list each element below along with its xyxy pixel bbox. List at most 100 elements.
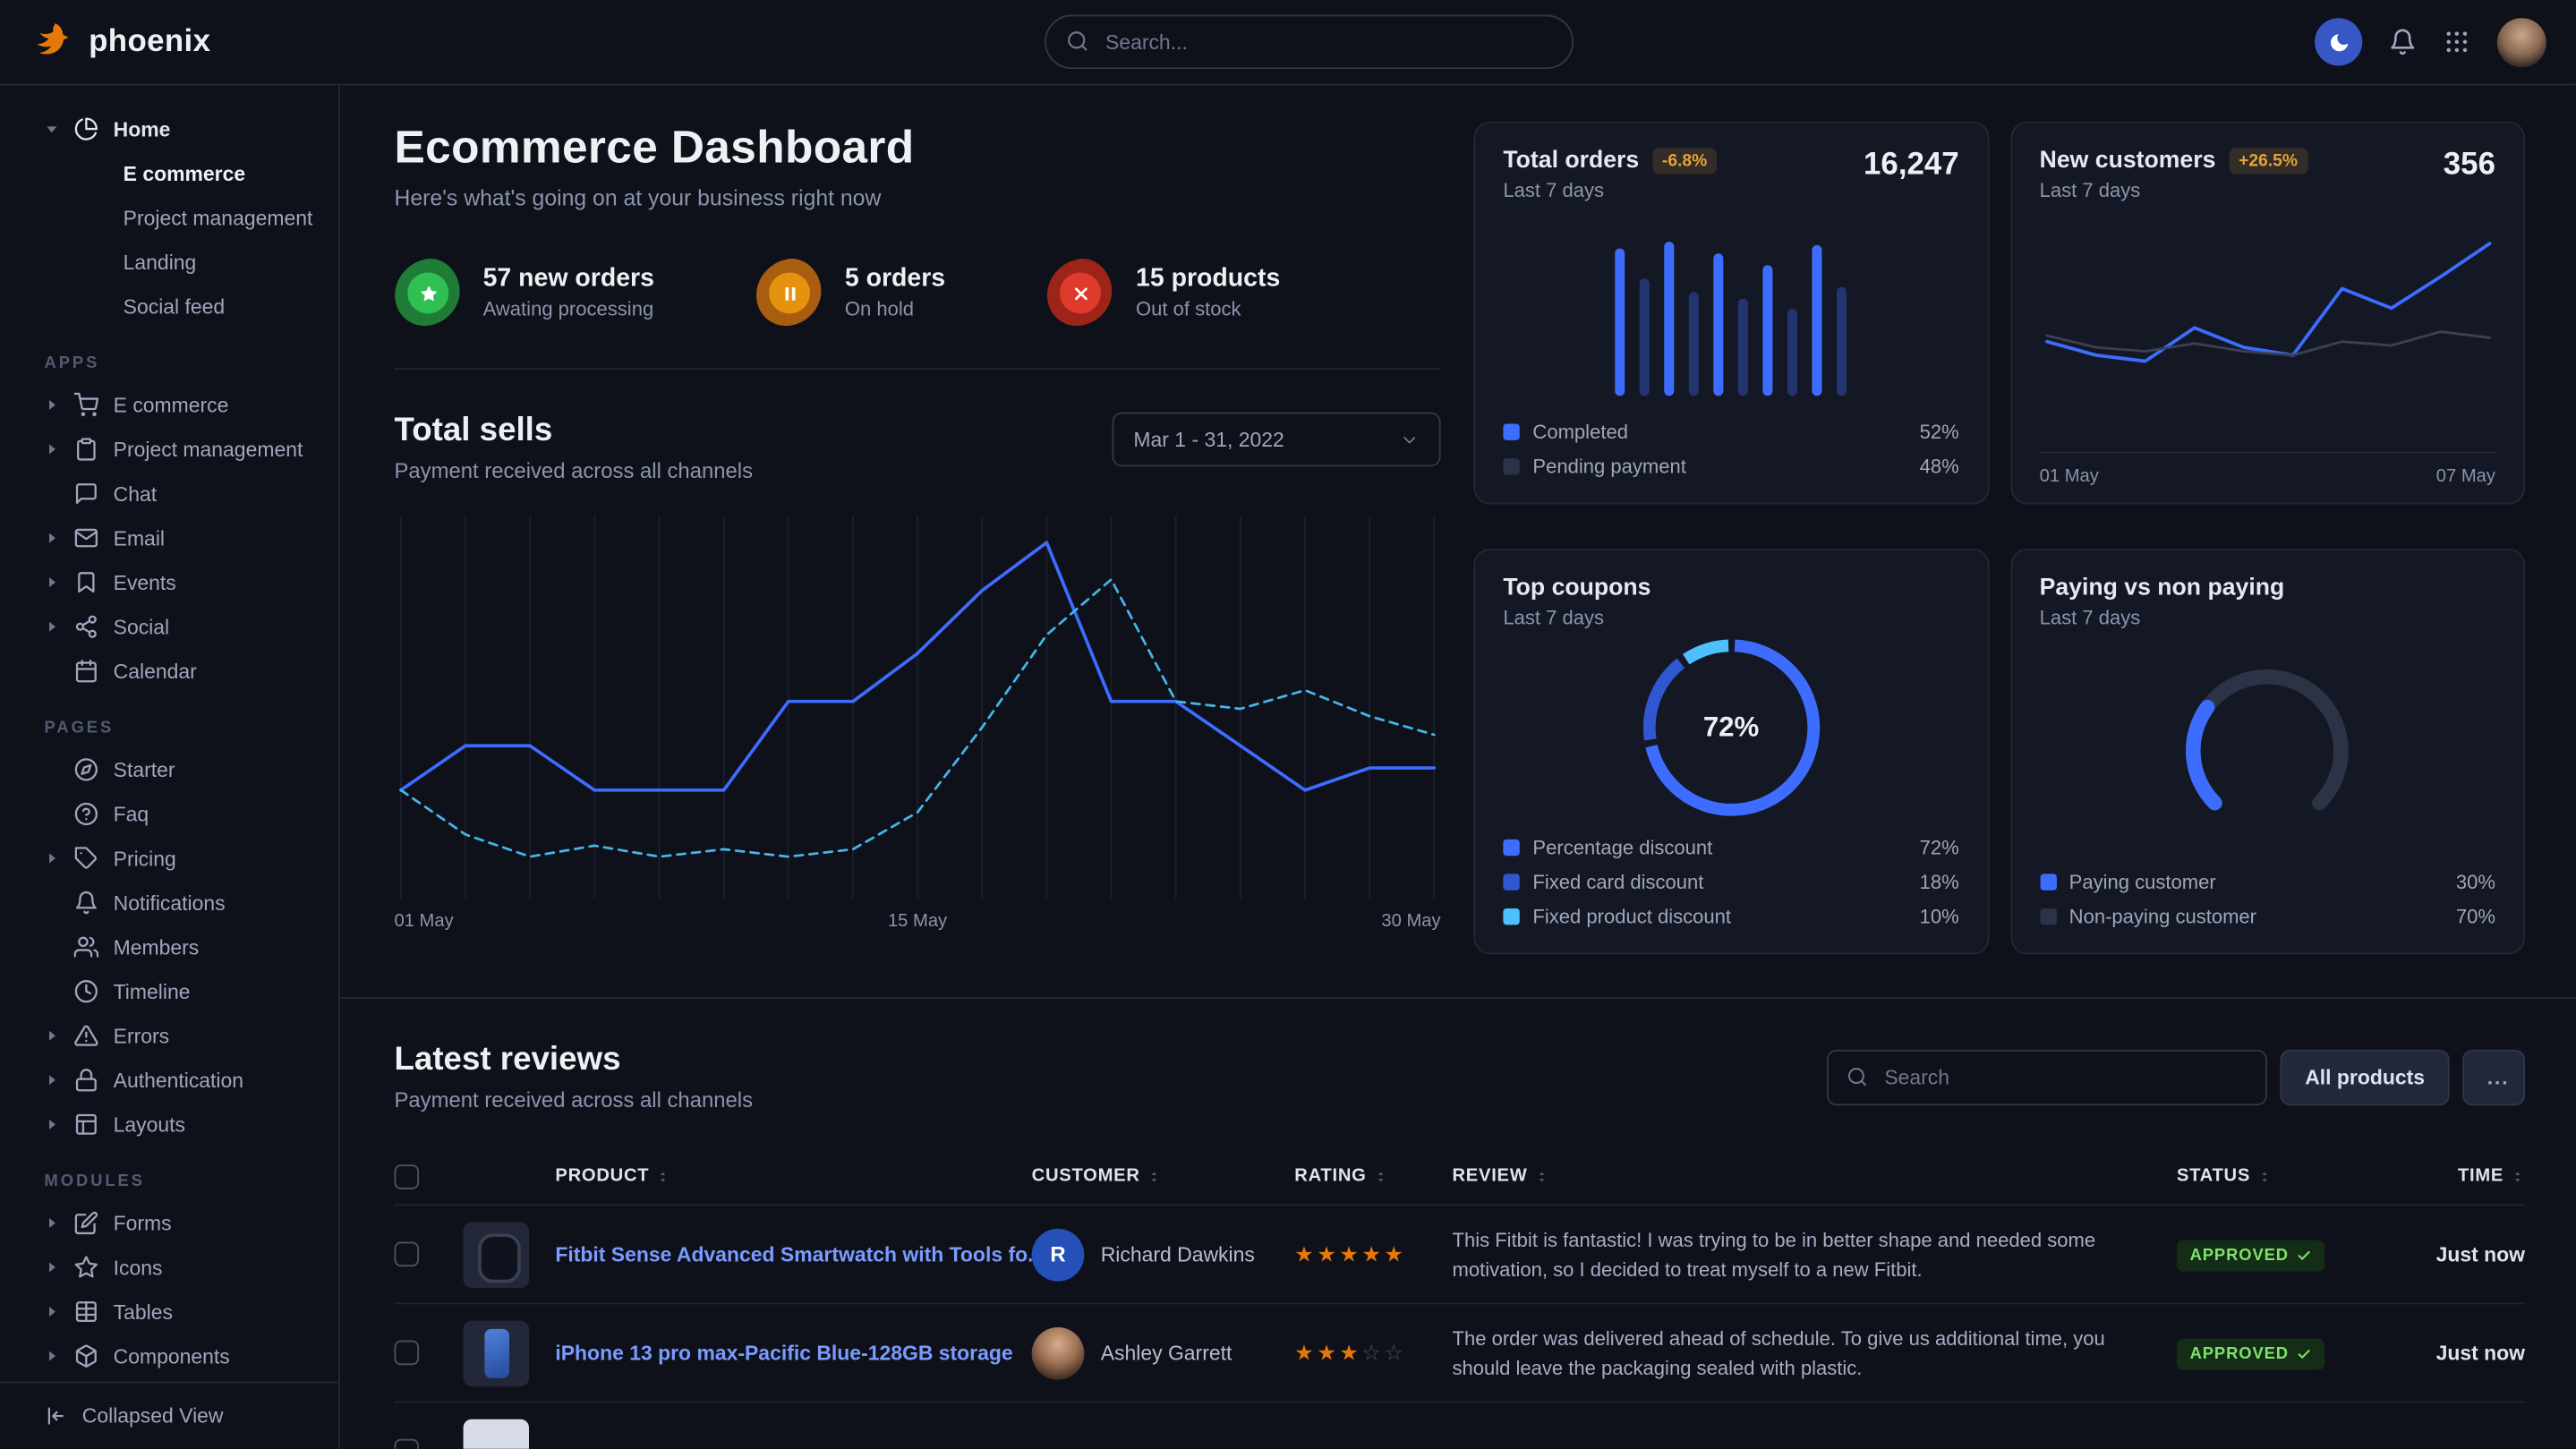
sidebar-item-errors[interactable]: Errors <box>0 1013 338 1058</box>
sidebar-item-label: Social feed <box>124 294 226 318</box>
sidebar-item-members[interactable]: Members <box>0 925 338 969</box>
column-header-review[interactable]: REVIEW <box>1452 1166 2176 1186</box>
date-range-select[interactable]: Mar 1 - 31, 2022 <box>1113 413 1441 467</box>
sidebar-item-components[interactable]: Components <box>0 1334 338 1378</box>
column-header-status[interactable]: STATUS <box>2177 1166 2387 1186</box>
x-label-end: 30 May <box>1381 912 1440 932</box>
legend-label: Completed <box>1532 421 1628 444</box>
sidebar-item-faq[interactable]: Faq <box>0 792 338 837</box>
row-checkbox[interactable] <box>394 1242 419 1267</box>
sidebar-item-pricing[interactable]: Pricing <box>0 836 338 881</box>
cart-icon <box>74 393 99 418</box>
sidebar-item-events[interactable]: Events <box>0 560 338 605</box>
product-thumbnail[interactable] <box>464 1222 529 1287</box>
sidebar-item-project-management-app[interactable]: Project management <box>0 427 338 472</box>
column-label: CUSTOMER <box>1032 1166 1140 1186</box>
column-header-customer[interactable]: CUSTOMER <box>1032 1166 1295 1186</box>
all-products-button[interactable]: All products <box>2281 1049 2450 1104</box>
row-checkbox[interactable] <box>394 1341 419 1366</box>
sidebar-item-icons[interactable]: Icons <box>0 1245 338 1290</box>
new-customers-x-axis: 01 May 07 May <box>2040 451 2495 486</box>
reviews-controls: All products ... <box>1827 1049 2525 1104</box>
sidebar-item-email[interactable]: Email <box>0 516 338 560</box>
theme-toggle-button[interactable] <box>2315 18 2362 65</box>
phoenix-logo-icon <box>30 20 74 64</box>
legend-label: Non-paying customer <box>2069 905 2256 928</box>
column-header-product[interactable]: PRODUCT <box>555 1166 1031 1186</box>
product-thumbnail[interactable] <box>464 1419 529 1449</box>
reviews-search-input[interactable] <box>1827 1049 2267 1104</box>
sidebar-item-home[interactable]: Home <box>0 107 338 151</box>
apps-grid-button[interactable] <box>2443 28 2470 55</box>
sidebar-item-ecommerce-home[interactable]: E commerce <box>0 151 338 196</box>
section-divider <box>340 997 2576 999</box>
caret-right-icon <box>45 851 60 866</box>
sidebar-item-authentication[interactable]: Authentication <box>0 1058 338 1103</box>
legend-pending: Pending payment48% <box>1503 455 1958 478</box>
help-circle-icon <box>74 802 99 827</box>
row-checkbox[interactable] <box>394 1439 419 1449</box>
caret-right-icon <box>45 1349 60 1364</box>
caret-right-icon <box>45 442 60 457</box>
sidebar-item-ecommerce-app[interactable]: E commerce <box>0 383 338 428</box>
user-avatar[interactable] <box>2497 17 2546 66</box>
sort-icon <box>656 1169 671 1184</box>
sidebar-item-project-management-home[interactable]: Project management <box>0 195 338 240</box>
product-thumbnail[interactable] <box>464 1320 529 1385</box>
lock-icon <box>74 1068 99 1093</box>
sidebar-item-social-feed[interactable]: Social feed <box>0 285 338 329</box>
card-subtitle: Last 7 days <box>1503 606 1651 629</box>
legend-value: 70% <box>2456 905 2495 928</box>
kpi-cards: Total orders-6.8% Last 7 days 16,247 Com… <box>1473 122 2525 955</box>
sidebar-item-label: Chat <box>114 482 157 506</box>
sort-icon <box>2256 1169 2272 1184</box>
legend-value: 30% <box>2456 871 2495 894</box>
review-text: This Fitbit is fantastic! I was trying t… <box>1452 1224 2176 1283</box>
sidebar-item-chat[interactable]: Chat <box>0 472 338 516</box>
sidebar-item-label: Events <box>114 571 176 594</box>
column-label: STATUS <box>2177 1166 2250 1186</box>
legend-value: 72% <box>1920 836 1959 859</box>
alert-triangle-icon <box>74 1023 99 1048</box>
customer-cell: R Richard Dawkins <box>1032 1228 1295 1281</box>
legend-value: 52% <box>1920 421 1959 444</box>
column-header-rating[interactable]: RATING <box>1294 1166 1452 1186</box>
stat-new-orders: 57 new orders Awating processing <box>394 260 653 325</box>
sidebar-item-tables[interactable]: Tables <box>0 1290 338 1334</box>
pause-icon <box>779 283 798 303</box>
product-link[interactable]: iPhone 13 pro max-Pacific Blue-128GB sto… <box>555 1342 1031 1365</box>
global-search-input[interactable] <box>1045 15 1574 70</box>
collapsed-view-toggle[interactable]: Collapsed View <box>0 1382 338 1449</box>
sidebar-item-starter[interactable]: Starter <box>0 747 338 792</box>
product-link[interactable]: Fitbit Sense Advanced Smartwatch with To… <box>555 1242 1031 1266</box>
caret-right-icon <box>45 619 60 635</box>
brand-name: phoenix <box>89 24 210 60</box>
sidebar-item-calendar[interactable]: Calendar <box>0 649 338 694</box>
sidebar-item-landing[interactable]: Landing <box>0 240 338 285</box>
sidebar-scroll: Home E commerce Project management Landi… <box>0 85 338 1381</box>
table-row: Fitbit Sense Advanced Smartwatch with To… <box>394 1204 2525 1302</box>
notifications-button[interactable] <box>2389 28 2417 55</box>
share-icon <box>74 614 99 639</box>
sidebar-item-timeline[interactable]: Timeline <box>0 969 338 1014</box>
sidebar-item-label: Tables <box>114 1300 173 1324</box>
status-label: APPROVED <box>2190 1246 2289 1264</box>
sidebar-item-forms[interactable]: Forms <box>0 1201 338 1246</box>
sidebar-item-layouts[interactable]: Layouts <box>0 1103 338 1147</box>
time-cell: Just now <box>2387 1242 2525 1266</box>
stats-row: 57 new orders Awating processing 5 order… <box>394 260 1440 370</box>
more-options-button[interactable]: ... <box>2462 1049 2525 1104</box>
sidebar-item-notifications[interactable]: Notifications <box>0 881 338 925</box>
select-all-checkbox[interactable] <box>394 1163 419 1189</box>
sidebar-item-social[interactable]: Social <box>0 604 338 649</box>
table-icon <box>74 1300 99 1325</box>
new-customers-chart <box>2040 222 2495 439</box>
paying-card: Paying vs non paying Last 7 days Paying … <box>2010 549 2525 954</box>
brand[interactable]: phoenix <box>30 20 210 64</box>
form-icon <box>74 1211 99 1236</box>
total-orders-card: Total orders-6.8% Last 7 days 16,247 Com… <box>1473 122 1988 505</box>
box-icon <box>74 1343 99 1368</box>
column-header-time[interactable]: TIME <box>2387 1166 2525 1186</box>
new-customers-badge: +26.5% <box>2229 148 2307 174</box>
clock-icon <box>74 979 99 1004</box>
